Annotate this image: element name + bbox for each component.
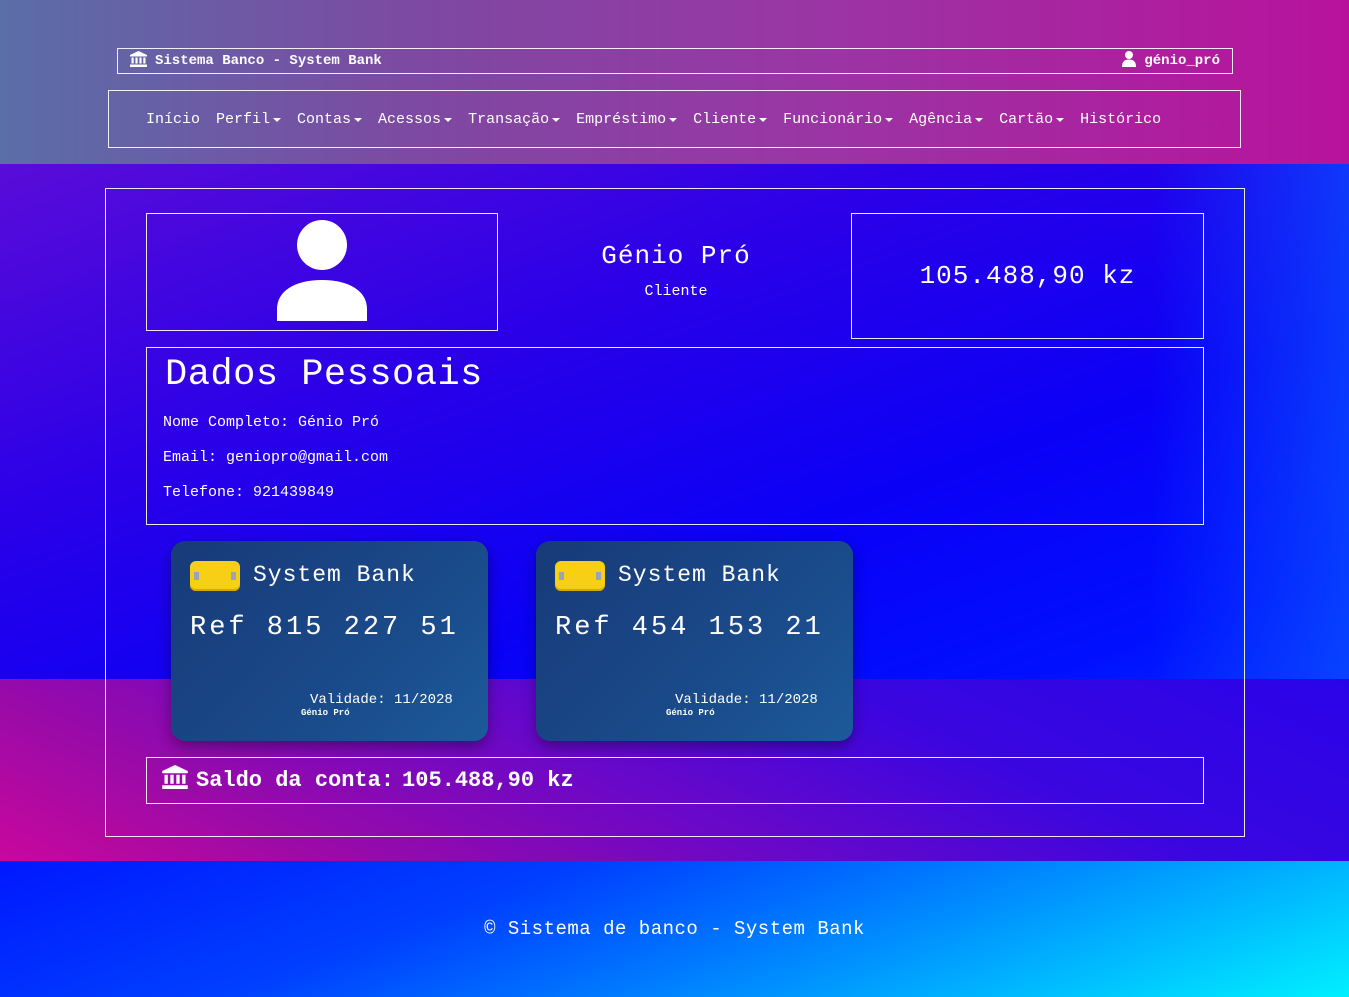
- nav-label: Cliente: [693, 110, 757, 128]
- phone: Telefone: 921439849: [163, 484, 335, 501]
- footer: © Sistema de banco - System Bank: [0, 861, 1349, 997]
- card-bank: System Bank: [253, 562, 416, 588]
- caret-down-icon: [1056, 118, 1065, 122]
- brand-title: Sistema Banco - System Bank: [155, 53, 382, 69]
- nav-cartao[interactable]: Cartão: [999, 110, 1065, 128]
- nav-label: Transação: [468, 110, 550, 128]
- top-bar: Sistema Banco - System Bank génio_pró: [117, 48, 1233, 74]
- card-validity: Validade: 11/2028: [675, 692, 818, 708]
- nav-label: Histórico: [1080, 110, 1162, 128]
- bank-card[interactable]: System Bank Ref 815 227 51 Validade: 11/…: [171, 541, 488, 741]
- personal-data: Dados Pessoais Nome Completo: Génio Pró …: [146, 347, 1204, 525]
- nav-inicio[interactable]: Início: [146, 111, 200, 128]
- card-chip-icon: [190, 561, 240, 591]
- nav-label: Perfil: [216, 110, 271, 128]
- avatar: [146, 213, 498, 331]
- nav-transacao[interactable]: Transação: [468, 110, 561, 128]
- caret-down-icon: [759, 118, 768, 122]
- nav-agencia[interactable]: Agência: [909, 110, 984, 128]
- profile-container: Génio Pró Cliente 105.488,90 kz Dados Pe…: [105, 188, 1245, 837]
- caret-down-icon: [552, 118, 561, 122]
- user-avatar-icon: [277, 219, 367, 326]
- section-title: Dados Pessoais: [165, 354, 483, 396]
- nav-label: Contas: [297, 110, 352, 128]
- user-icon: [1122, 50, 1137, 72]
- nav-emprestimo[interactable]: Empréstimo: [576, 110, 678, 128]
- username: génio_pró: [1144, 53, 1220, 69]
- caret-down-icon: [273, 118, 282, 122]
- nav-label: Empréstimo: [576, 110, 667, 128]
- card-holder: Génio Pró: [666, 708, 715, 718]
- nav-label: Agência: [909, 110, 973, 128]
- caret-down-icon: [885, 118, 894, 122]
- balance-label: Saldo da conta:: [196, 768, 395, 793]
- brand[interactable]: Sistema Banco - System Bank: [130, 50, 382, 72]
- caret-down-icon: [975, 118, 984, 122]
- full-name: Nome Completo: Génio Pró: [163, 414, 380, 431]
- bank-icon: [130, 50, 147, 72]
- balance-box: 105.488,90 kz: [851, 213, 1204, 339]
- nav-contas[interactable]: Contas: [297, 110, 363, 128]
- nav-label: Funcionário: [783, 110, 883, 128]
- bank-icon: [162, 765, 188, 796]
- nav-funcionario[interactable]: Funcionário: [783, 110, 894, 128]
- card-ref: Ref 815 227 51: [190, 613, 459, 643]
- email: Email: geniopro@gmail.com: [163, 449, 389, 466]
- nav-label: Início: [146, 110, 201, 128]
- card-validity: Validade: 11/2028: [310, 692, 453, 708]
- balance-value: 105.488,90 kz: [402, 768, 574, 793]
- caret-down-icon: [669, 118, 678, 122]
- nav-label: Acessos: [378, 110, 442, 128]
- nav-acessos[interactable]: Acessos: [378, 110, 453, 128]
- user-name: Génio Pró: [601, 241, 751, 271]
- account-balance: Saldo da conta: 105.488,90 kz: [146, 757, 1204, 804]
- user-role: Cliente: [644, 283, 708, 300]
- nav-perfil[interactable]: Perfil: [216, 110, 282, 128]
- balance-value: 105.488,90 kz: [919, 261, 1136, 291]
- card-chip-icon: [555, 561, 605, 591]
- nav-label: Cartão: [999, 110, 1054, 128]
- nav-historico[interactable]: Histórico: [1080, 111, 1161, 128]
- main-navbar: Início Perfil Contas Acessos Transação E…: [108, 90, 1241, 148]
- footer-text: © Sistema de banco - System Bank: [484, 918, 865, 940]
- nav-cliente[interactable]: Cliente: [693, 110, 768, 128]
- card-ref: Ref 454 153 21: [555, 613, 824, 643]
- bank-card[interactable]: System Bank Ref 454 153 21 Validade: 11/…: [536, 541, 853, 741]
- card-holder: Génio Pró: [301, 708, 350, 718]
- card-bank: System Bank: [618, 562, 781, 588]
- user-menu[interactable]: génio_pró: [1122, 50, 1220, 72]
- header: Sistema Banco - System Bank génio_pró In…: [0, 0, 1349, 164]
- main-content: Génio Pró Cliente 105.488,90 kz Dados Pe…: [0, 164, 1349, 861]
- caret-down-icon: [444, 118, 453, 122]
- user-info: Génio Pró Cliente: [526, 241, 826, 300]
- caret-down-icon: [354, 118, 363, 122]
